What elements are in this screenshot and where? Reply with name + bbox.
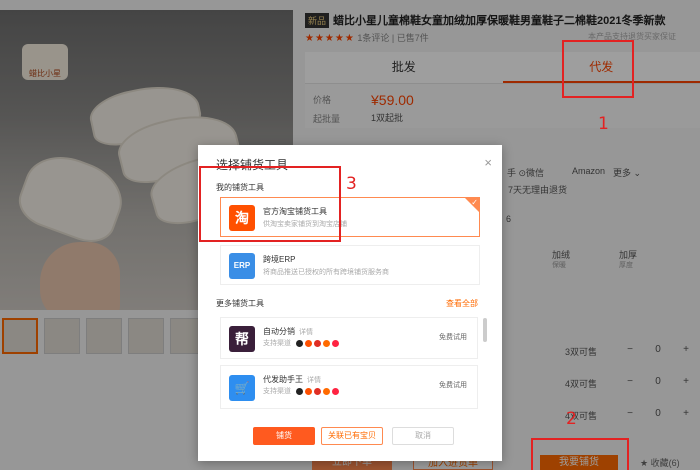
tool-crossborder-erp[interactable]: ERP 跨境ERP 将商品推送已授权的所有跨境铺货服务商 <box>220 245 480 285</box>
channel-icon <box>332 339 339 347</box>
bang-icon: 帮 <box>229 326 255 352</box>
distribute-confirm-button[interactable]: 铺货 <box>253 427 315 445</box>
annotation-box-3 <box>199 166 341 242</box>
view-all-link[interactable]: 查看全部 <box>446 298 478 309</box>
link-existing-button[interactable]: 关联已有宝贝 <box>321 427 383 445</box>
close-icon[interactable]: × <box>484 155 492 170</box>
annotation-number-3: 3 <box>346 174 357 194</box>
cancel-button[interactable]: 取消 <box>392 427 454 445</box>
pdd-icon <box>314 339 321 347</box>
pdd-icon <box>314 387 321 395</box>
channel-icons: 支持渠道 <box>263 386 339 396</box>
tool-auto-distribution[interactable]: 帮 自动分销 详情 支持渠道 免费试用 <box>220 317 478 359</box>
selected-check-icon: ✓ <box>465 198 479 212</box>
taobao-channel-icon <box>305 339 312 347</box>
dialog-scrollbar[interactable] <box>483 318 487 342</box>
channel-icon <box>323 339 330 347</box>
annotation-box-1 <box>562 40 634 98</box>
tool-desc: 将商品推送已授权的所有跨境铺货服务商 <box>263 269 389 276</box>
more-tools-label: 更多铺货工具 <box>216 299 264 308</box>
annotation-box-2 <box>531 438 629 470</box>
tool-name: 代发助手王 详情 <box>263 375 321 384</box>
free-trial-link[interactable]: 免费试用 <box>439 332 467 342</box>
douyin-icon <box>296 387 303 395</box>
tool-name: 自动分销 详情 <box>263 327 313 336</box>
annotation-number-2: 2 <box>566 409 577 429</box>
channel-icon <box>323 387 330 395</box>
tool-name: 跨境ERP <box>263 255 296 264</box>
cart-icon: 🛒 <box>229 375 255 401</box>
channel-icon <box>332 387 339 395</box>
taobao-channel-icon <box>305 387 312 395</box>
tool-dropship-assistant[interactable]: 🛒 代发助手王 详情 支持渠道 免费试用 <box>220 365 478 409</box>
douyin-icon <box>296 339 303 347</box>
free-trial-link[interactable]: 免费试用 <box>439 380 467 390</box>
erp-icon: ERP <box>229 253 255 279</box>
annotation-number-1: 1 <box>598 114 609 134</box>
channel-icons: 支持渠道 <box>263 338 339 348</box>
